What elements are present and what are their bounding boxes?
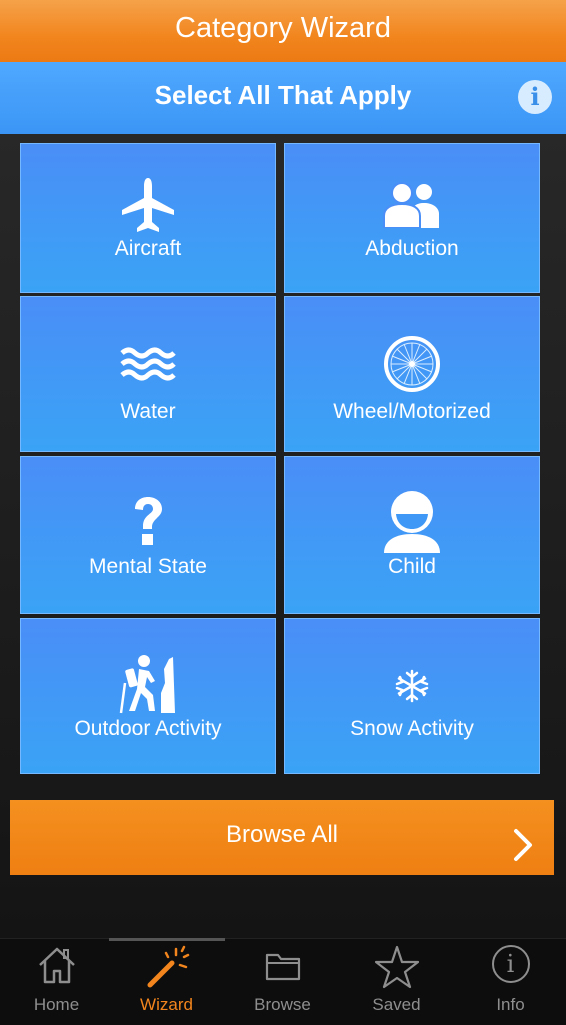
tile-label: Water — [120, 400, 176, 423]
page-title: Category Wizard — [0, 0, 566, 62]
tab-label: Wizard — [140, 995, 193, 1014]
tile-child[interactable]: Child — [284, 456, 540, 614]
instruction-text: Select All That Apply — [154, 80, 412, 110]
tab-saved[interactable]: Saved — [340, 939, 453, 1025]
active-tab-indicator — [109, 938, 225, 941]
child-face-icon — [285, 489, 539, 553]
tile-snow-activity[interactable]: Snow Activity — [284, 618, 540, 774]
tab-label: Home — [33, 995, 80, 1014]
tile-aircraft[interactable]: Aircraft — [20, 143, 276, 293]
hiker-icon — [21, 653, 275, 715]
chevron-right-icon — [512, 820, 534, 890]
tile-abduction[interactable]: Abduction — [284, 143, 540, 293]
tab-bar: Home Wizard Browse Saved i Info — [0, 938, 566, 1025]
tile-water[interactable]: Water — [20, 296, 276, 452]
instruction-bar: Select All That Apply — [0, 62, 566, 134]
question-icon — [21, 495, 275, 547]
tab-browse[interactable]: Browse — [226, 939, 339, 1025]
home-icon — [0, 945, 113, 985]
tile-label: Aircraft — [114, 237, 182, 260]
airplane-icon — [21, 176, 275, 234]
wheel-icon — [285, 335, 539, 393]
tab-label: Saved — [372, 995, 421, 1014]
tab-label: Browse — [254, 995, 311, 1014]
tile-mental-state[interactable]: Mental State — [20, 456, 276, 614]
tile-label: Abduction — [365, 237, 459, 260]
info-button[interactable]: i — [518, 80, 552, 114]
tile-label: Child — [388, 555, 436, 578]
tile-label: Wheel/Motorized — [333, 400, 491, 423]
folder-icon — [226, 951, 339, 981]
browse-all-button[interactable]: Browse All — [10, 800, 554, 875]
tile-label: Snow Activity — [350, 717, 474, 740]
tile-wheel-motorized[interactable]: Wheel/Motorized — [284, 296, 540, 452]
browse-all-label: Browse All — [225, 821, 339, 848]
tile-label: Mental State — [89, 555, 207, 578]
snowflake-icon — [285, 669, 539, 703]
tab-label: Info — [496, 995, 525, 1014]
tab-home[interactable]: Home — [0, 939, 113, 1025]
tab-wizard[interactable]: Wizard — [110, 939, 223, 1025]
waves-icon — [21, 347, 275, 381]
tile-label: Outdoor Activity — [74, 717, 222, 740]
magic-wand-icon — [110, 945, 223, 989]
people-icon — [285, 182, 539, 228]
tab-info[interactable]: i Info — [454, 939, 566, 1025]
info-icon: i — [454, 945, 566, 983]
star-icon — [340, 945, 453, 989]
tile-outdoor-activity[interactable]: Outdoor Activity — [20, 618, 276, 774]
